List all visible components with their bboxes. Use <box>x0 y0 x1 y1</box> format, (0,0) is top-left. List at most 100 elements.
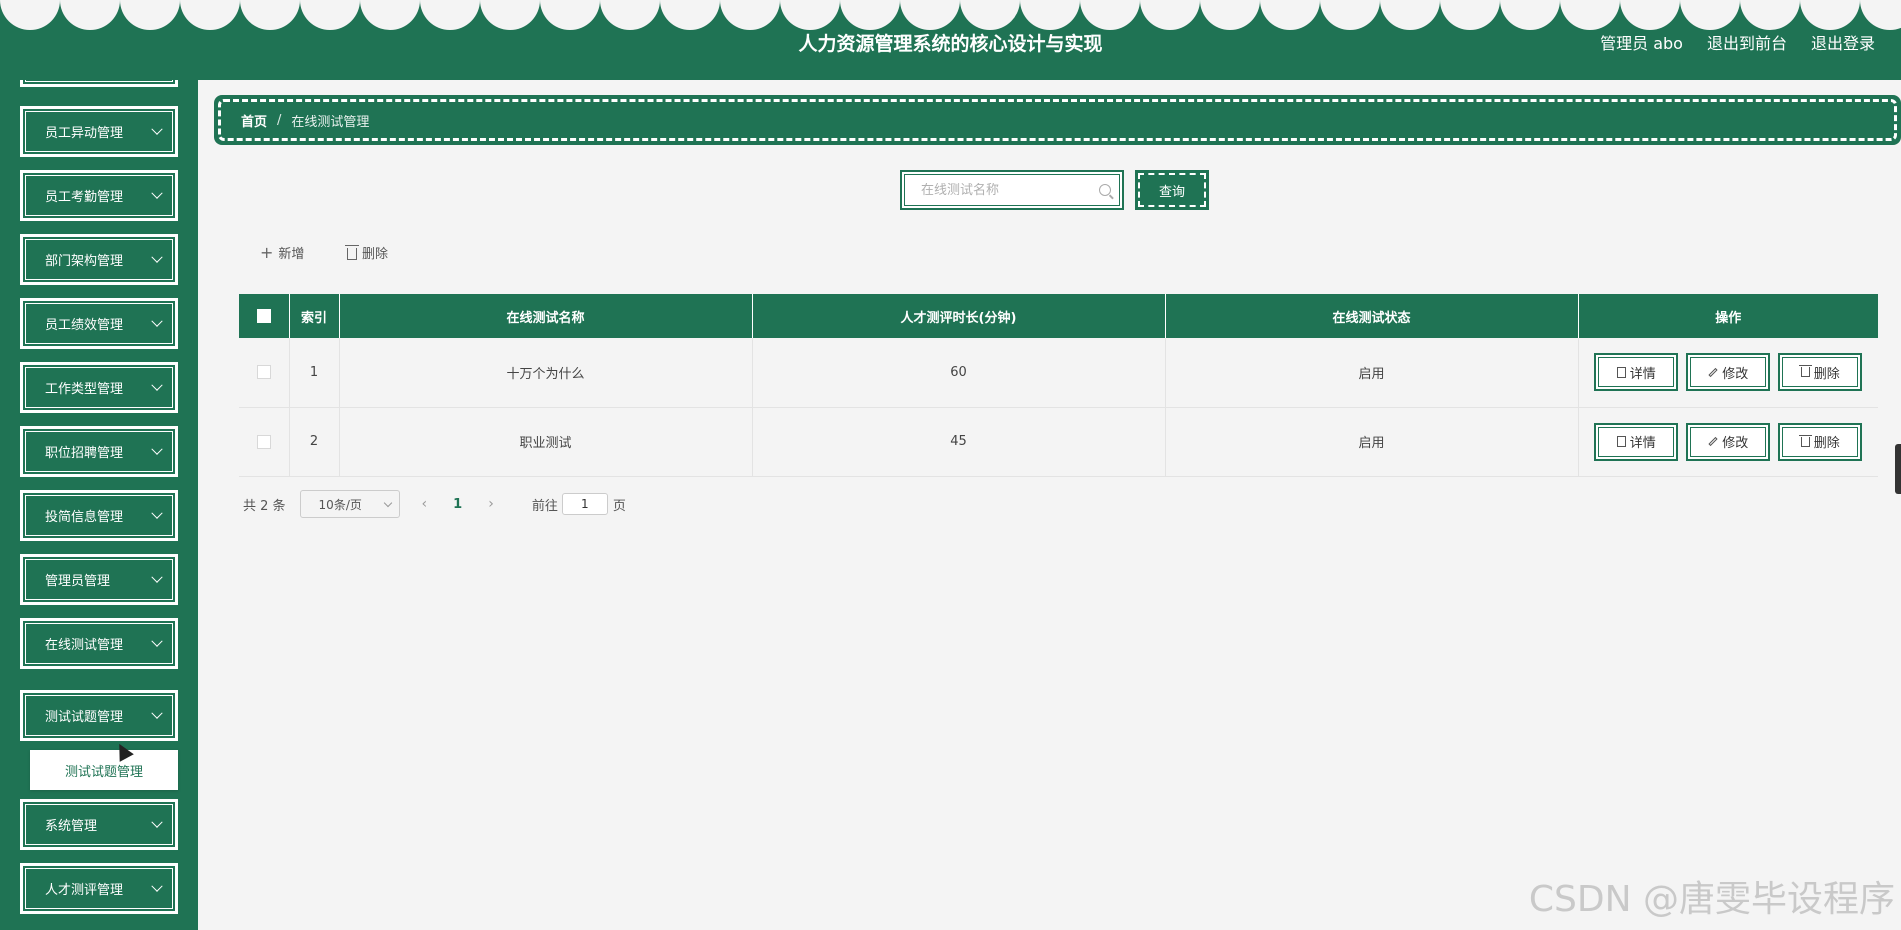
sidebar-item-test-questions[interactable]: 测试试题管理 <box>19 689 179 742</box>
next-page-icon[interactable]: › <box>488 496 494 512</box>
add-button[interactable]: + 新增 <box>260 243 304 262</box>
table-header-row: 索引 在线测试名称 人才测评时长(分钟) 在线测试状态 操作 <box>239 294 1878 338</box>
goto-page-input[interactable] <box>561 493 608 515</box>
sidebar-item-employee-change[interactable]: 员工异动管理 <box>19 105 179 158</box>
chevron-down-icon <box>151 123 163 135</box>
plus-icon: + <box>260 242 274 262</box>
header-user-actions: 管理员 abo 退出到前台 退出登录 <box>1600 30 1875 54</box>
sidebar-item-label: 测试试题管理 <box>45 710 124 725</box>
column-header-index: 索引 <box>289 294 340 338</box>
chevron-down-icon <box>151 816 163 828</box>
trash-icon <box>1798 365 1812 378</box>
column-header-operations: 操作 <box>1578 294 1878 338</box>
edit-button-label: 修改 <box>1722 366 1749 382</box>
sidebar-item-job-type[interactable]: 工作类型管理 <box>19 361 179 414</box>
chevron-down-icon <box>151 187 163 199</box>
prev-page-icon[interactable]: ‹ <box>422 496 428 512</box>
row-checkbox[interactable] <box>256 434 271 449</box>
detail-button[interactable]: 详情 <box>1594 422 1679 461</box>
edit-button[interactable]: 修改 <box>1686 353 1771 392</box>
sidebar-item-performance[interactable]: 员工绩效管理 <box>19 297 179 350</box>
breadcrumb-current: 在线测试管理 <box>291 114 370 130</box>
sidebar-item-label: 部门架构管理 <box>45 254 124 269</box>
column-header-name: 在线测试名称 <box>339 294 753 338</box>
sidebar-item-label: 员工异动管理 <box>45 126 124 141</box>
row-checkbox[interactable] <box>256 365 271 380</box>
current-page-number[interactable]: 1 <box>453 497 462 512</box>
query-button-label: 查询 <box>1138 173 1206 207</box>
watermark: CSDN @唐雯毕设程序 <box>1528 879 1895 920</box>
page-size-value: 10条/页 <box>318 497 362 512</box>
document-icon <box>1616 366 1626 378</box>
sidebar-item-label: 员工绩效管理 <box>45 318 124 333</box>
sidebar-item-resume-info[interactable]: 投简信息管理 <box>19 489 179 542</box>
select-all-checkbox[interactable] <box>256 309 271 323</box>
online-test-table: 索引 在线测试名称 人才测评时长(分钟) 在线测试状态 操作 1 十万个为什么 … <box>239 294 1878 477</box>
top-header: 人力资源管理系统的核心设计与实现 管理员 abo 退出到前台 退出登录 <box>0 0 1901 80</box>
sidebar-item-label: 管理员管理 <box>45 574 111 589</box>
exit-to-front-link[interactable]: 退出到前台 <box>1707 30 1787 54</box>
pencil-icon <box>1708 436 1718 447</box>
sidebar-item-label: 在线测试管理 <box>45 638 124 653</box>
query-button[interactable]: 查询 <box>1135 170 1209 210</box>
scrollbar-thumb[interactable] <box>1895 444 1901 494</box>
goto-label: 前往 <box>531 498 558 514</box>
delete-button[interactable]: 删除 <box>1778 353 1863 392</box>
search-field-wrapper <box>900 170 1124 210</box>
cell-name: 十万个为什么 <box>339 338 753 408</box>
sidebar-item-department[interactable]: 部门架构管理 <box>19 233 179 286</box>
trash-icon <box>1798 434 1812 447</box>
chevron-down-icon <box>151 251 163 263</box>
sidebar-item-online-test[interactable]: 在线测试管理 <box>19 617 179 670</box>
search-input[interactable] <box>921 182 1099 198</box>
admin-user-label: 管理员 abo <box>1600 34 1683 53</box>
bulk-delete-label: 删除 <box>362 247 389 262</box>
sidebar-item-talent-eval[interactable]: 人才测评管理 <box>19 862 179 915</box>
delete-button-label: 删除 <box>1813 436 1840 451</box>
delete-button[interactable]: 删除 <box>1778 422 1863 461</box>
breadcrumb-separator: / <box>277 112 282 128</box>
chevron-down-icon <box>383 498 392 507</box>
sidebar-item-recruitment[interactable]: 职位招聘管理 <box>19 425 179 478</box>
sidebar-item-admin[interactable]: 管理员管理 <box>19 553 179 606</box>
edit-button[interactable]: 修改 <box>1686 422 1771 461</box>
cell-name: 职业测试 <box>339 407 753 477</box>
page-size-select[interactable]: 10条/页 <box>299 490 400 518</box>
detail-button[interactable]: 详情 <box>1594 353 1679 392</box>
select-all-header[interactable] <box>239 294 290 338</box>
chevron-down-icon <box>151 507 163 519</box>
search-field-inner <box>904 174 1120 206</box>
edit-button-label: 修改 <box>1722 436 1749 451</box>
chevron-down-icon <box>151 379 163 391</box>
delete-button-label: 删除 <box>1813 366 1840 382</box>
chevron-down-icon <box>151 880 163 892</box>
logout-link[interactable]: 退出登录 <box>1811 30 1875 54</box>
breadcrumb-home[interactable]: 首页 <box>241 111 267 130</box>
chevron-down-icon <box>151 571 163 583</box>
cell-status: 启用 <box>1165 407 1579 477</box>
page-unit-label: 页 <box>612 498 626 514</box>
sidebar-item-label: 员工考勤管理 <box>45 190 124 205</box>
cell-operations: 详情 修改 删除 <box>1578 338 1878 408</box>
bulk-delete-button[interactable]: 删除 <box>345 243 389 262</box>
breadcrumb: 首页 / 在线测试管理 <box>214 95 1901 145</box>
column-header-status: 在线测试状态 <box>1165 294 1579 338</box>
sidebar-item-attendance[interactable]: 员工考勤管理 <box>19 169 179 222</box>
table-row: 2 职业测试 45 启用 详情 修改 删除 <box>239 407 1878 477</box>
row-select-cell <box>239 407 290 477</box>
sidebar-item-system[interactable]: 系统管理 <box>19 798 179 851</box>
trash-icon <box>345 244 359 260</box>
sidebar-item-label: 投简信息管理 <box>45 510 124 525</box>
table-row: 1 十万个为什么 60 启用 详情 修改 删除 <box>239 338 1878 408</box>
chevron-down-icon <box>151 443 163 455</box>
sidebar-item-partial-top[interactable] <box>19 80 179 88</box>
chevron-down-icon <box>151 707 163 719</box>
breadcrumb-inner: 首页 / 在线测试管理 <box>218 99 1897 141</box>
submenu-item-test-questions[interactable]: 测试试题管理 <box>30 750 178 790</box>
column-header-duration: 人才测评时长(分钟) <box>752 294 1166 338</box>
sidebar: 员工异动管理 员工考勤管理 部门架构管理 员工绩效管理 工作类型管理 职位招聘管… <box>0 80 198 930</box>
chevron-down-icon <box>151 635 163 647</box>
sidebar-item-label: 职位招聘管理 <box>45 446 124 461</box>
cell-duration: 45 <box>752 407 1166 477</box>
detail-button-label: 详情 <box>1629 366 1656 382</box>
